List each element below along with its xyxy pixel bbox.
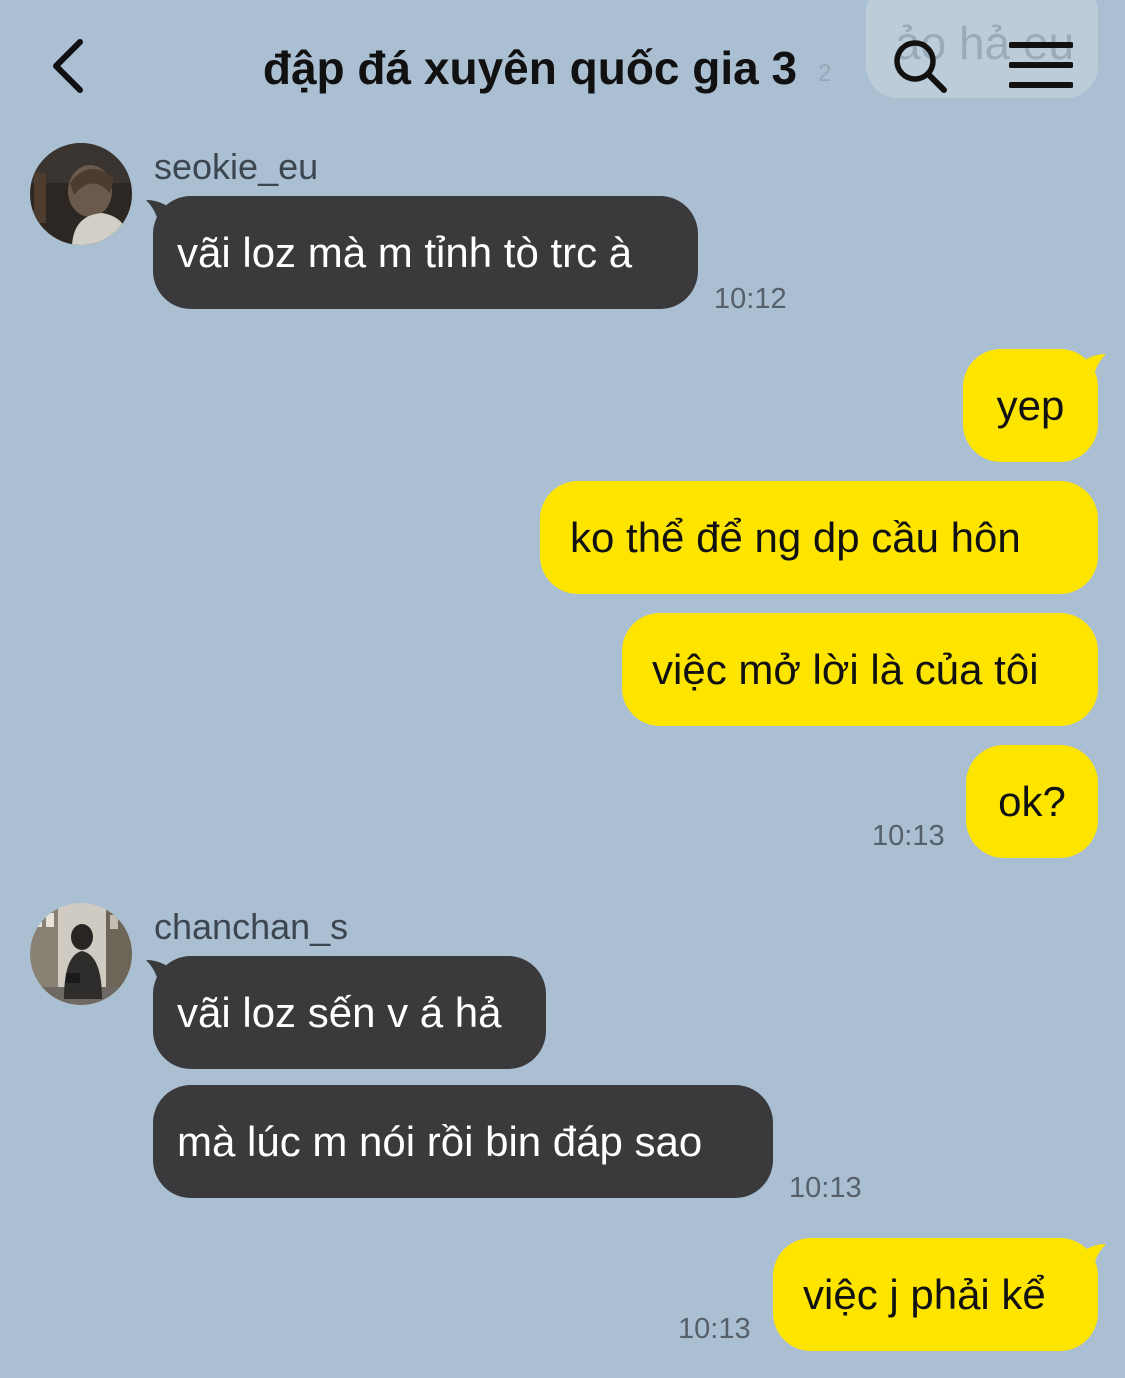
message-text: ok? (998, 777, 1066, 825)
sender-username: seokie_eu (154, 146, 319, 187)
message-bubble[interactable]: ok? (966, 745, 1098, 858)
message-text: ko thể để ng dp cầu hôn (570, 513, 1021, 561)
menu-button[interactable] (1004, 34, 1078, 96)
message-time: 10:13 (678, 1313, 751, 1345)
hamburger-menu-icon (1009, 42, 1073, 88)
message-bubble[interactable]: ko thể để ng dp cầu hôn (540, 481, 1098, 594)
search-button[interactable] (886, 32, 954, 100)
message-bubble[interactable]: vãi loz sến v á hả (153, 956, 546, 1069)
message-text: việc mở lời là của tôi (652, 645, 1039, 693)
message-text: việc j phải kể (803, 1270, 1046, 1318)
message-text: vãi loz sến v á hả (177, 988, 502, 1036)
message-bubble[interactable]: yep (963, 349, 1098, 462)
back-button[interactable] (40, 34, 96, 98)
message-text: vãi loz mà m tỉnh tò trc à (177, 228, 633, 276)
search-icon (894, 40, 947, 93)
user-avatar[interactable] (30, 903, 132, 1005)
message-time: 10:13 (789, 1172, 862, 1204)
message-bubble[interactable]: việc j phải kể (773, 1238, 1098, 1351)
sender-username: chanchan_s (154, 906, 349, 947)
chevron-left-icon (53, 39, 83, 93)
user-avatar[interactable] (30, 143, 132, 245)
message-bubble[interactable]: vãi loz mà m tỉnh tò trc à (153, 196, 698, 309)
message-time: 10:13 (872, 820, 945, 852)
message-bubble[interactable]: mà lúc m nói rồi bin đáp sao (153, 1085, 773, 1198)
message-bubble[interactable]: việc mở lời là của tôi (622, 613, 1098, 726)
message-text: mà lúc m nói rồi bin đáp sao (177, 1117, 703, 1165)
message-text: yep (996, 381, 1065, 429)
chat-title: đập đá xuyên quốc gia 3 (262, 42, 798, 94)
message-time: 10:12 (714, 283, 787, 315)
